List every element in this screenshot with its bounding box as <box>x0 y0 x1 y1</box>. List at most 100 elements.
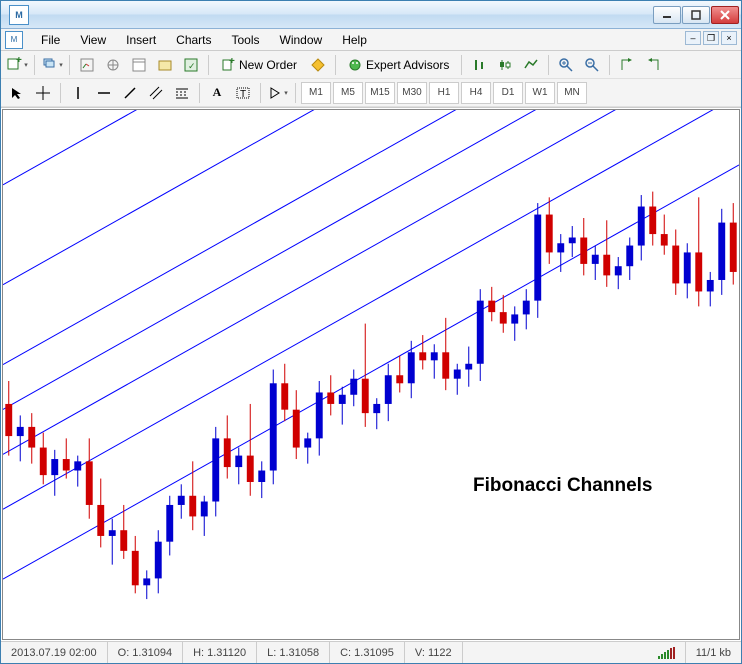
bars-chart-button[interactable] <box>467 54 491 76</box>
menu-tools[interactable]: Tools <box>222 31 270 49</box>
text-label-icon: T <box>236 86 250 100</box>
crosshair-button[interactable] <box>31 82 55 104</box>
market-watch-button[interactable] <box>75 54 99 76</box>
horizontal-line-icon <box>97 86 111 100</box>
timeframe-h1[interactable]: H1 <box>429 82 459 104</box>
menu-view[interactable]: View <box>70 31 116 49</box>
statusbar: 2013.07.19 02:00 O: 1.31094 H: 1.31120 L… <box>1 641 741 663</box>
vertical-line-button[interactable] <box>66 82 90 104</box>
minimize-icon <box>662 10 672 20</box>
terminal-icon <box>158 58 172 72</box>
arrows-button[interactable]: ▾ <box>266 82 290 104</box>
chart-shift-icon <box>646 58 660 72</box>
zoom-in-icon <box>559 58 573 72</box>
new-chart-icon: + <box>6 57 22 73</box>
navigator-icon <box>106 58 120 72</box>
strategy-tester-button[interactable]: ✓ <box>179 54 203 76</box>
zoom-out-button[interactable] <box>580 54 604 76</box>
new-order-icon: + <box>221 58 235 72</box>
candles-icon <box>498 58 512 72</box>
menu-help[interactable]: Help <box>332 31 377 49</box>
timeframe-m30[interactable]: M30 <box>397 82 427 104</box>
navigator-button[interactable] <box>101 54 125 76</box>
separator <box>69 55 70 75</box>
mdi-restore-button[interactable]: ❐ <box>703 31 719 45</box>
separator <box>199 83 200 103</box>
diamond-icon <box>311 58 325 72</box>
line-icon <box>524 58 538 72</box>
timeframe-mn[interactable]: MN <box>557 82 587 104</box>
auto-scroll-icon <box>620 58 634 72</box>
svg-text:✓: ✓ <box>188 61 196 71</box>
menu-charts[interactable]: Charts <box>166 31 221 49</box>
status-close: C: 1.31095 <box>330 642 405 663</box>
auto-scroll-button[interactable] <box>615 54 639 76</box>
terminal-button[interactable] <box>153 54 177 76</box>
svg-text:+: + <box>16 57 22 66</box>
text-label-button[interactable]: T <box>231 82 255 104</box>
new-order-button[interactable]: + New Order <box>214 54 304 76</box>
separator <box>548 55 549 75</box>
timeframe-m15[interactable]: M15 <box>365 82 395 104</box>
expert-advisors-label: Expert Advisors <box>366 58 449 72</box>
menu-insert[interactable]: Insert <box>116 31 166 49</box>
svg-text:+: + <box>229 58 235 67</box>
chart-annotation: Fibonacci Channels <box>473 475 652 497</box>
channel-icon <box>149 86 163 100</box>
zoom-out-icon <box>585 58 599 72</box>
line-chart-button[interactable] <box>519 54 543 76</box>
fibonacci-button[interactable] <box>170 82 194 104</box>
svg-text:T: T <box>240 89 246 100</box>
meta-button[interactable] <box>306 54 330 76</box>
menu-window[interactable]: Window <box>270 31 333 49</box>
vertical-line-icon <box>71 86 85 100</box>
timeframe-m5[interactable]: M5 <box>333 82 363 104</box>
cursor-icon <box>10 86 24 100</box>
close-icon <box>720 10 730 20</box>
status-datetime: 2013.07.19 02:00 <box>1 642 108 663</box>
app-icon-small: M <box>5 31 23 49</box>
text-icon: A <box>213 85 222 100</box>
timeframe-m1[interactable]: M1 <box>301 82 331 104</box>
timeframe-w1[interactable]: W1 <box>525 82 555 104</box>
chart-shift-button[interactable] <box>641 54 665 76</box>
market-watch-icon <box>80 58 94 72</box>
zoom-in-button[interactable] <box>554 54 578 76</box>
timeframe-d1[interactable]: D1 <box>493 82 523 104</box>
candles-chart-button[interactable] <box>493 54 517 76</box>
profiles-button[interactable]: ▾ <box>40 54 64 76</box>
status-open: O: 1.31094 <box>108 642 183 663</box>
chart-canvas <box>3 110 739 639</box>
status-net: 11/1 kb <box>686 642 741 663</box>
chart-area[interactable]: Fibonacci Channels <box>2 109 740 640</box>
data-window-icon <box>132 58 146 72</box>
horizontal-line-button[interactable] <box>92 82 116 104</box>
app-icon: M <box>9 5 29 25</box>
menubar: M File View Insert Charts Tools Window H… <box>1 29 741 51</box>
equidistant-channel-button[interactable] <box>144 82 168 104</box>
menu-file[interactable]: File <box>31 31 70 49</box>
maximize-button[interactable] <box>682 6 710 24</box>
separator <box>260 83 261 103</box>
separator <box>295 83 296 103</box>
separator <box>60 83 61 103</box>
data-window-button[interactable] <box>127 54 151 76</box>
text-button[interactable]: A <box>205 82 229 104</box>
expert-advisors-button[interactable]: Expert Advisors <box>341 54 456 76</box>
trendline-button[interactable] <box>118 82 142 104</box>
separator <box>461 55 462 75</box>
separator <box>208 55 209 75</box>
cursor-button[interactable] <box>5 82 29 104</box>
fibonacci-icon <box>175 86 189 100</box>
minimize-button[interactable] <box>653 6 681 24</box>
mdi-close-button[interactable]: × <box>721 31 737 45</box>
new-chart-button[interactable]: +▾ <box>5 54 29 76</box>
separator <box>335 55 336 75</box>
status-volume: V: 1122 <box>405 642 463 663</box>
status-high: H: 1.31120 <box>183 642 257 663</box>
toolbar-drawing: A T ▾ M1 M5 M15 M30 H1 H4 D1 W1 MN <box>1 79 741 107</box>
mdi-minimize-button[interactable]: – <box>685 31 701 45</box>
timeframe-h4[interactable]: H4 <box>461 82 491 104</box>
close-button[interactable] <box>711 6 739 24</box>
separator <box>34 55 35 75</box>
